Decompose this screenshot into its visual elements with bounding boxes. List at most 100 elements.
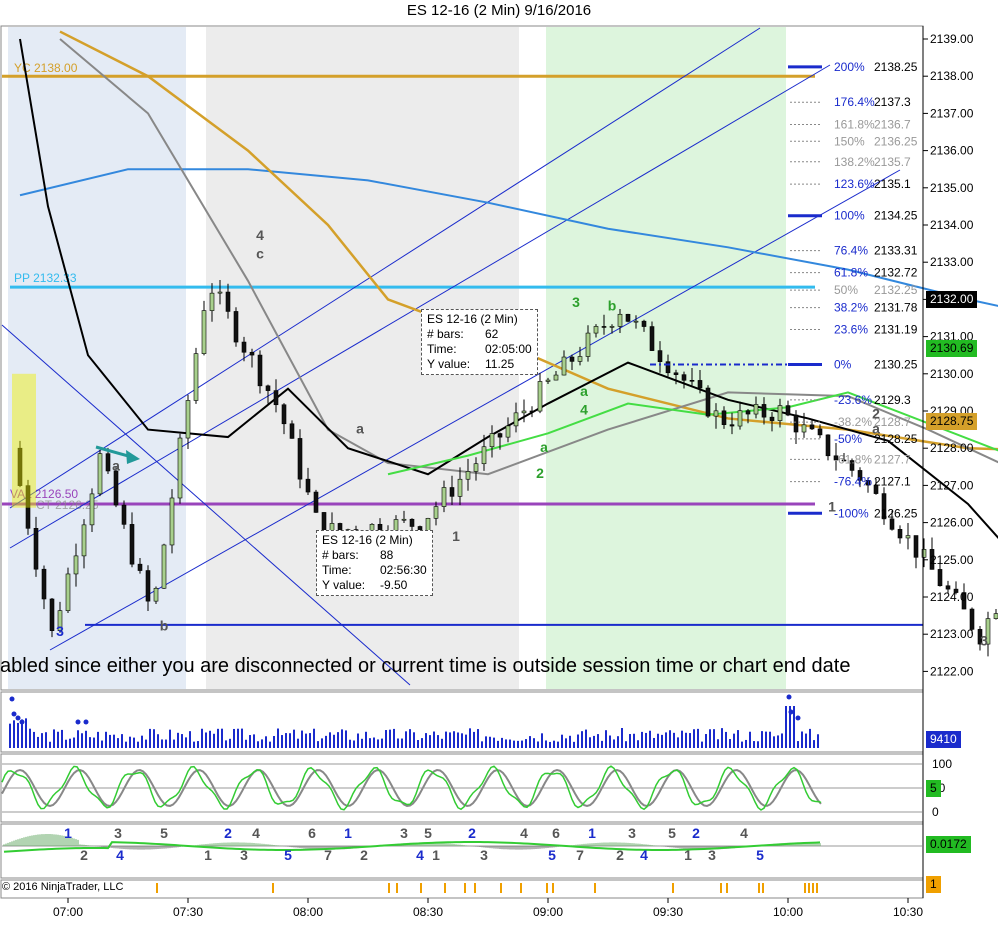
candle-body xyxy=(577,356,583,362)
candle-body xyxy=(657,350,663,362)
tick-marker xyxy=(804,883,806,893)
fib-label: -50% xyxy=(834,432,862,446)
price-tick-label: 2139.00 xyxy=(930,32,974,46)
popup-title: ES 12-16 (2 Min) xyxy=(322,533,413,547)
candle-body xyxy=(81,524,87,557)
candle-body xyxy=(201,310,207,354)
copyright-text: © 2016 NinjaTrader, LLC xyxy=(2,881,124,893)
candle-body xyxy=(497,433,503,438)
tick-marker xyxy=(474,883,476,893)
candle-body xyxy=(73,555,79,575)
macd-wave-label: 5 xyxy=(756,847,764,863)
price-tick-label: 2136.00 xyxy=(930,144,974,158)
macd-wave-label: 1 xyxy=(64,825,72,841)
volume-dot xyxy=(788,709,794,715)
fib-value: 2127.7 xyxy=(874,452,911,466)
macd-wave-label: 1 xyxy=(344,825,352,841)
candle-body xyxy=(297,438,303,480)
fib-label: -38.2% xyxy=(834,415,872,429)
candle-body xyxy=(825,434,831,457)
highlight-block xyxy=(12,373,36,508)
candle-body xyxy=(761,404,767,418)
candle-body xyxy=(817,428,823,436)
candle-body xyxy=(521,410,527,414)
price-tick-label: 2126.00 xyxy=(930,516,974,530)
candle-body xyxy=(729,424,735,427)
tick-marker xyxy=(396,883,398,893)
tick-marker xyxy=(552,883,554,893)
macd-wave-label: 3 xyxy=(400,825,408,841)
wave-label: a xyxy=(580,383,588,399)
fib-label: 200% xyxy=(834,60,865,74)
wave-label: a xyxy=(356,420,364,436)
candle-body xyxy=(241,341,247,353)
tick-marker xyxy=(156,883,158,893)
fib-value: 2128.25 xyxy=(874,432,918,446)
macd-wave-label: 5 xyxy=(284,847,292,863)
candle-body xyxy=(537,381,543,412)
fib-value: 2130.25 xyxy=(874,358,918,372)
macd-wave-label: 3 xyxy=(114,825,122,841)
candle-body xyxy=(569,356,575,362)
macd-wave-label: 4 xyxy=(416,847,424,863)
measure-popup-1[interactable]: ES 12-16 (2 Min) # bars: 62 Time: 02:05:00… xyxy=(421,309,538,375)
fib-label: 23.6% xyxy=(834,323,868,337)
wave-label: 4 xyxy=(580,402,588,418)
macd-wave-label: 4 xyxy=(640,847,648,863)
macd-wave-label: 2 xyxy=(616,847,624,863)
candle-body xyxy=(513,412,519,427)
candle-body xyxy=(649,326,655,351)
wave-label: a xyxy=(872,420,880,436)
candle-body xyxy=(737,410,743,427)
candle-body xyxy=(937,569,943,587)
wave-label: 3 xyxy=(980,632,988,648)
candle-body xyxy=(441,487,447,507)
fib-label: 50% xyxy=(834,283,858,297)
price-chart[interactable]: YC 2138.00PP 2132.33VAL 2126.50CT 2126.2… xyxy=(0,0,998,952)
candle-body xyxy=(713,410,719,417)
popup-y-value: 11.25 xyxy=(485,357,515,371)
tick-marker xyxy=(444,883,446,893)
macd-wave-label: 6 xyxy=(552,825,560,841)
ct-label: CT 2126.25 xyxy=(36,498,99,512)
volume-badge: 9410 xyxy=(926,731,961,748)
macd-wave-label: 3 xyxy=(628,825,636,841)
candle-body xyxy=(641,320,647,327)
wave-label: 2 xyxy=(872,405,880,421)
volume-dot xyxy=(15,715,21,721)
tick-marker xyxy=(464,883,466,893)
macd-wave-label: 4 xyxy=(252,825,260,841)
measure-popup-2[interactable]: ES 12-16 (2 Min) # bars: 88 Time: 02:56:30… xyxy=(316,530,433,596)
time-tick-label: 07:00 xyxy=(53,905,83,919)
wave-label: c xyxy=(256,245,264,261)
candle-body xyxy=(793,414,799,433)
popup-time-value: 02:56:30 xyxy=(380,563,427,577)
candle-body xyxy=(993,613,998,619)
fib-label: 161.8% xyxy=(834,118,875,132)
candle-body xyxy=(905,535,911,539)
popup-bars-key: # bars: xyxy=(427,327,464,341)
macd-wave-label: 2 xyxy=(80,847,88,863)
fib-label: 123.6% xyxy=(834,177,875,191)
candle-body xyxy=(113,470,119,506)
macd-wave-label: 3 xyxy=(708,847,716,863)
candle-body xyxy=(409,518,415,527)
candle-body xyxy=(49,598,55,631)
time-tick-label: 07:30 xyxy=(173,905,203,919)
fib-value: 2134.25 xyxy=(874,209,918,223)
popup-y-key: Y value: xyxy=(322,578,366,592)
fib-value: 2133.31 xyxy=(874,244,918,258)
macd-wave-label: 7 xyxy=(576,847,584,863)
candle-body xyxy=(945,585,951,590)
candle-body xyxy=(601,326,607,328)
price-tick-label: 2137.00 xyxy=(930,106,974,120)
macd-wave-label: 2 xyxy=(360,847,368,863)
tick-marker xyxy=(672,883,674,893)
candle-body xyxy=(697,380,703,389)
wave-label: a xyxy=(540,439,548,455)
candle-body xyxy=(137,563,143,571)
candle-body xyxy=(801,424,807,433)
candle-body xyxy=(665,361,671,374)
candle-body xyxy=(913,535,919,558)
volume-dot xyxy=(75,719,81,725)
